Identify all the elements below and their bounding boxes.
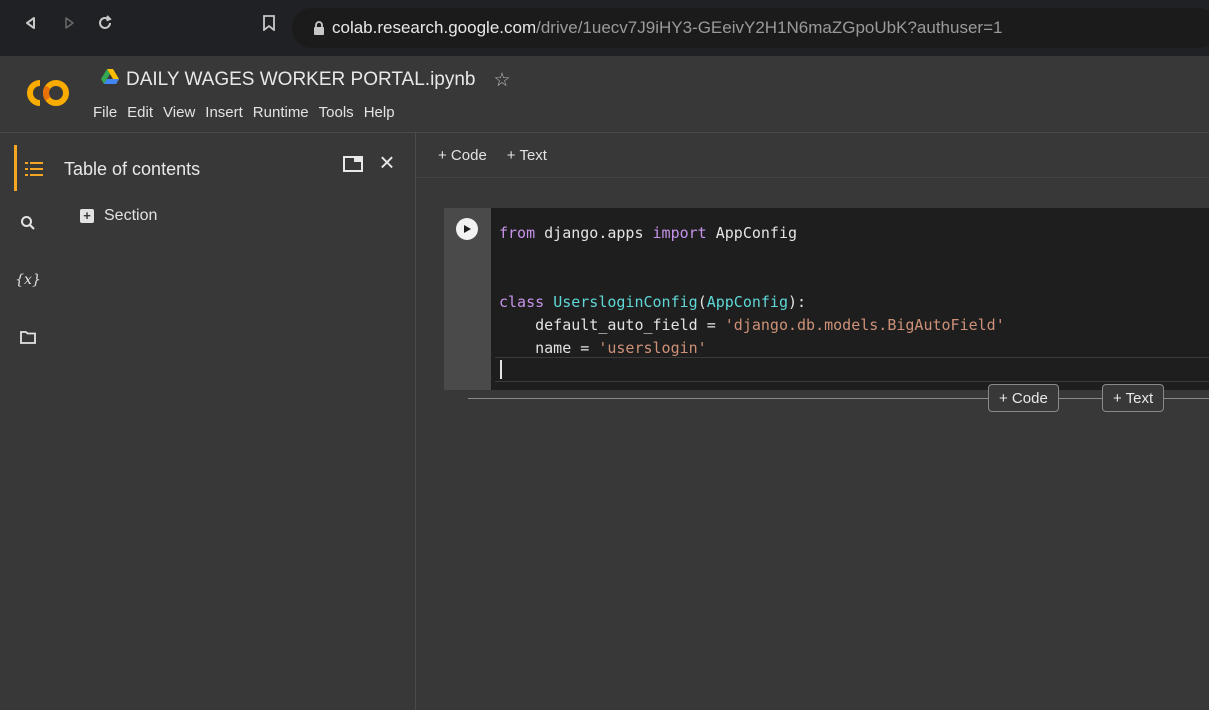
run-cell-button[interactable] <box>456 218 478 240</box>
code-line[interactable]: from django.apps import AppConfig <box>499 222 1005 245</box>
cell-divider <box>468 398 1209 399</box>
notebook-title[interactable]: DAILY WAGES WORKER PORTAL.ipynb ☆ <box>100 68 511 92</box>
code-line[interactable]: name = 'userslogin' <box>499 337 1005 360</box>
menu-bar: File Edit View Insert Runtime Tools Help <box>93 104 405 121</box>
forward-icon[interactable] <box>58 12 80 34</box>
menu-help[interactable]: Help <box>364 104 395 121</box>
code-line[interactable]: default_auto_field = 'django.db.models.B… <box>499 314 1005 337</box>
reload-icon[interactable] <box>94 12 116 34</box>
lock-icon <box>306 21 332 35</box>
notebook-title-text[interactable]: DAILY WAGES WORKER PORTAL.ipynb <box>126 69 476 91</box>
insert-code-cell-button[interactable]: + Code <box>988 384 1059 412</box>
code-token: UsersloginConfig <box>553 293 698 311</box>
address-bar[interactable]: colab.research.google.com/drive/1uecv7J9… <box>292 8 1209 48</box>
side-rail: {x} <box>0 133 52 710</box>
insert-text-cell-button[interactable]: + Text <box>1102 384 1165 412</box>
code-line[interactable] <box>499 268 1005 291</box>
open-in-tab-icon[interactable] <box>342 153 364 175</box>
code-token: import <box>652 224 707 242</box>
bookmark-icon[interactable] <box>258 12 280 34</box>
colab-logo[interactable] <box>22 77 72 109</box>
search-icon[interactable] <box>14 209 42 237</box>
table-of-contents-icon[interactable] <box>20 155 48 183</box>
code-token: default_auto_field = <box>499 316 725 334</box>
active-indicator <box>14 145 17 191</box>
text-cursor <box>500 360 502 379</box>
star-icon[interactable]: ☆ <box>494 69 511 92</box>
menu-view[interactable]: View <box>163 104 195 121</box>
variables-icon[interactable]: {x} <box>14 266 42 294</box>
menu-file[interactable]: File <box>93 104 117 121</box>
colab-header: DAILY WAGES WORKER PORTAL.ipynb ☆ File E… <box>0 56 1209 133</box>
current-line-highlight <box>495 357 1209 382</box>
toc-section-item[interactable]: + Section <box>80 207 157 225</box>
menu-edit[interactable]: Edit <box>127 104 153 121</box>
code-token: AppConfig <box>706 293 788 311</box>
code-line[interactable] <box>499 245 1005 268</box>
menu-runtime[interactable]: Runtime <box>253 104 309 121</box>
add-section-icon[interactable]: + <box>80 209 94 223</box>
table-of-contents-panel: Table of contents × + Section <box>52 133 416 710</box>
code-line[interactable]: class UsersloginConfig(AppConfig): <box>499 291 1005 314</box>
files-folder-icon[interactable] <box>14 323 42 351</box>
code-token: django.apps <box>535 224 653 242</box>
notebook-toolbar: + Code + Text <box>416 133 1209 178</box>
code-token: AppConfig <box>706 224 798 242</box>
url-text: colab.research.google.com/drive/1uecv7J9… <box>332 18 1003 37</box>
code-token: class <box>499 293 545 311</box>
google-drive-icon <box>100 68 120 92</box>
code-token: ): <box>788 293 807 311</box>
back-icon[interactable] <box>20 12 42 34</box>
browser-toolbar: colab.research.google.com/drive/1uecv7J9… <box>0 0 1209 56</box>
notebook-area: + Code + Text from django.apps import Ap… <box>416 133 1209 710</box>
add-code-cell-button[interactable]: + Code <box>438 147 487 164</box>
add-text-cell-button[interactable]: + Text <box>507 147 547 164</box>
code-token: name = <box>499 339 599 357</box>
close-icon[interactable]: × <box>374 149 400 175</box>
menu-tools[interactable]: Tools <box>319 104 354 121</box>
code-token: ( <box>697 293 707 311</box>
code-token: from <box>499 224 536 242</box>
menu-insert[interactable]: Insert <box>205 104 243 121</box>
code-editor[interactable]: from django.apps import AppConfig class U… <box>499 222 1005 360</box>
code-cell[interactable]: from django.apps import AppConfig class U… <box>444 208 1209 390</box>
toc-section-label[interactable]: Section <box>104 207 157 225</box>
toc-title: Table of contents <box>64 159 201 179</box>
code-token: 'userslogin' <box>598 339 707 357</box>
code-token: 'django.db.models.BigAutoField' <box>724 316 1005 334</box>
